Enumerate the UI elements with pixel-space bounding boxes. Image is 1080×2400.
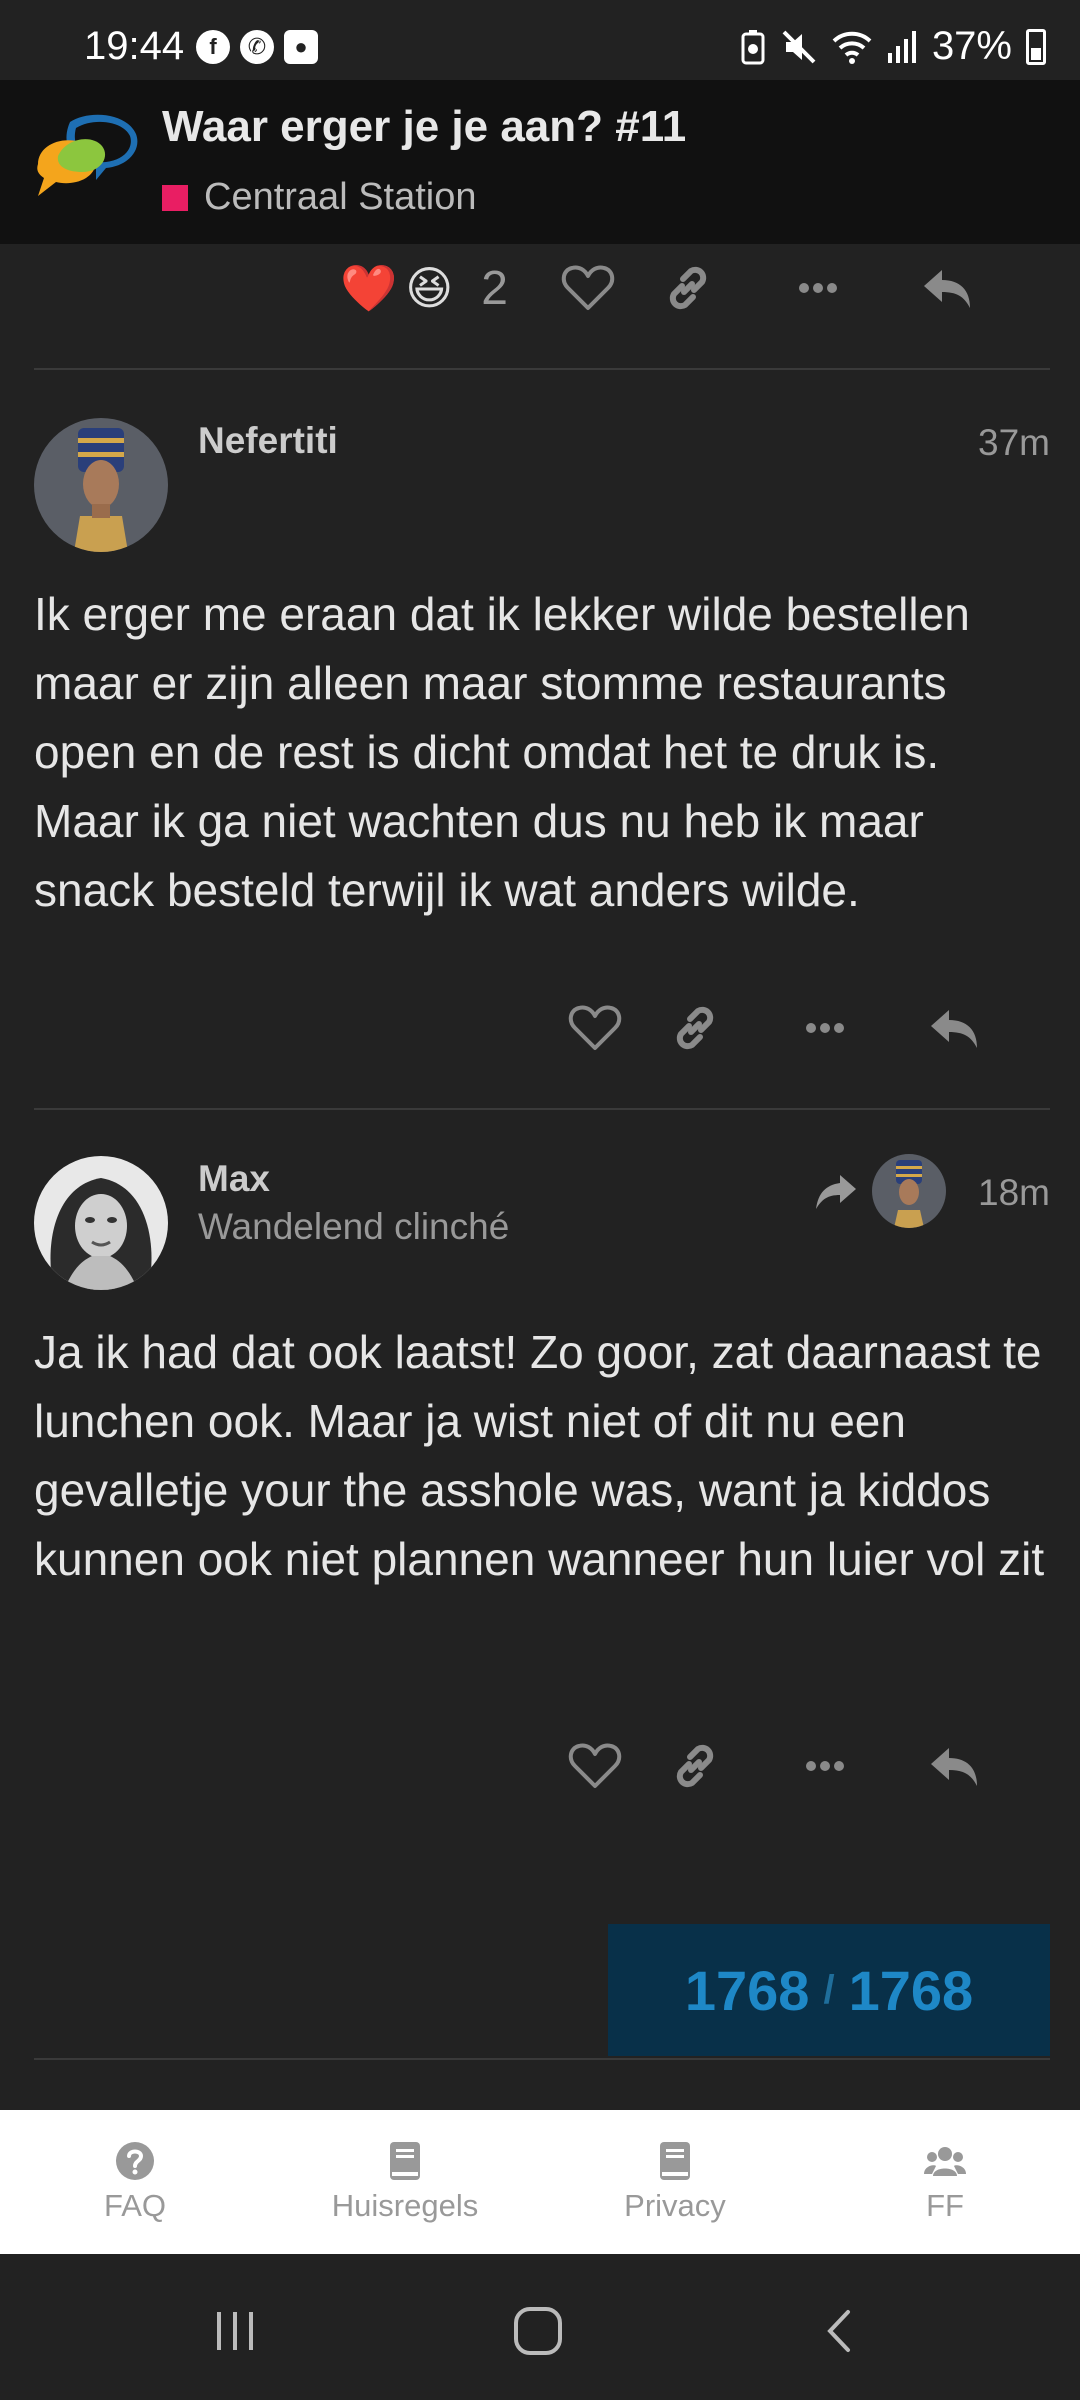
username[interactable]: Max <box>198 1158 270 1200</box>
back-icon <box>827 2310 850 2352</box>
reply-button[interactable] <box>905 988 1005 1068</box>
ellipsis-icon <box>806 1023 844 1033</box>
footer-item-faq[interactable]: FAQ <box>0 2110 270 2254</box>
topic-progress-button[interactable]: 1768 / 1768 <box>608 1924 1050 2056</box>
home-icon <box>514 2307 562 2355</box>
question-circle-icon <box>116 2142 154 2180</box>
page-divider <box>34 2058 1050 2060</box>
copy-link-button[interactable] <box>645 988 745 1068</box>
link-icon <box>676 1744 714 1788</box>
whatsapp-icon: ✆ <box>240 30 274 64</box>
category-name: Centraal Station <box>204 176 477 218</box>
like-button[interactable] <box>538 248 638 328</box>
ellipsis-icon <box>798 283 837 293</box>
mute-icon <box>782 30 816 63</box>
post-time[interactable]: 37m <box>978 422 1050 464</box>
like-button[interactable] <box>545 1726 645 1806</box>
system-icons: 37% <box>740 24 1046 69</box>
heart-icon <box>568 1743 622 1788</box>
more-button[interactable] <box>768 248 868 328</box>
reply-button[interactable] <box>905 1726 1005 1806</box>
footer-label: Huisregels <box>331 2188 479 2223</box>
progress-total: 1768 <box>848 1958 974 2022</box>
previous-post-actions: ❤️ 😆 2 <box>340 248 998 328</box>
ellipsis-icon <box>806 1761 844 1771</box>
link-icon <box>676 1006 714 1050</box>
recent-apps-icon <box>217 2312 253 2350</box>
battery-saver-icon <box>741 29 765 64</box>
topic-header: Waar erger je je aan? #11 Centraal Stati… <box>0 80 1080 244</box>
progress-separator: / <box>823 1967 835 2012</box>
heart-reaction: ❤️ <box>340 261 398 314</box>
reply-to-avatar <box>872 1154 946 1228</box>
screen-recorder-icon: ● <box>284 30 318 64</box>
username[interactable]: Nefertiti <box>198 420 338 462</box>
reactions-summary[interactable]: ❤️ 😆 2 <box>340 261 508 316</box>
recent-apps-button[interactable] <box>196 2296 276 2366</box>
more-button[interactable] <box>775 1726 875 1806</box>
copy-link-button[interactable] <box>645 1726 745 1806</box>
user-title: Wandelend clinché <box>198 1206 510 1247</box>
footer-nav: FAQ Huisregels Privacy FF <box>0 2110 1080 2254</box>
post-divider <box>34 368 1050 370</box>
reply-icon <box>931 1748 977 1786</box>
progress-current: 1768 <box>684 1958 810 2022</box>
footer-label: Privacy <box>624 2188 726 2223</box>
battery-percentage: 37% <box>931 24 1012 68</box>
footer-label: FF <box>926 2188 964 2223</box>
reply-button[interactable] <box>898 248 998 328</box>
wifi-icon <box>832 31 872 64</box>
topic-title[interactable]: Waar erger je je aan? #11 <box>162 102 686 152</box>
status-time: 19:44 <box>84 24 185 68</box>
footer-item-privacy[interactable]: Privacy <box>540 2110 810 2254</box>
system-navigation-bar <box>0 2256 1080 2400</box>
avatar-max-image <box>34 1156 168 1290</box>
reply-icon <box>931 1010 977 1048</box>
book-icon <box>660 2142 690 2180</box>
copy-link-button[interactable] <box>638 248 738 328</box>
post-body: Ik erger me eraan dat ik lekker wilde be… <box>34 588 970 916</box>
post-actions <box>545 988 1005 1068</box>
post-divider <box>34 1108 1050 1110</box>
reply-to-indicator[interactable] <box>814 1154 946 1228</box>
share-arrow-icon <box>816 1175 856 1209</box>
more-button[interactable] <box>775 988 875 1068</box>
footer-item-huisregels[interactable]: Huisregels <box>270 2110 540 2254</box>
laughing-reaction: 😆 <box>405 262 454 314</box>
footer-item-ff[interactable]: FF <box>810 2110 1080 2254</box>
post-body: Ja ik had dat ook laatst! Zo goor, zat d… <box>34 1326 1045 1585</box>
heart-icon <box>568 1005 622 1050</box>
category-badge[interactable]: Centraal Station <box>162 176 477 219</box>
category-color-square <box>162 184 188 211</box>
heart-icon <box>561 265 615 310</box>
status-bar: 19:44 f ✆ ● 37% <box>0 0 1080 80</box>
reaction-count: 2 <box>481 261 508 315</box>
notification-icons: f ✆ ● <box>196 30 318 64</box>
site-logo[interactable] <box>30 110 142 210</box>
avatar[interactable] <box>34 1156 168 1290</box>
footer-label: FAQ <box>103 2188 166 2223</box>
back-button[interactable] <box>800 2296 880 2366</box>
facebook-icon: f <box>196 30 230 64</box>
signal-icon <box>887 30 916 63</box>
avatar[interactable] <box>34 418 168 552</box>
avatar-nefertiti-image <box>34 418 168 552</box>
post-actions <box>545 1726 1005 1806</box>
like-button[interactable] <box>545 988 645 1068</box>
users-icon <box>924 2147 966 2176</box>
link-icon <box>669 266 707 310</box>
home-button[interactable] <box>498 2296 578 2366</box>
book-icon <box>390 2142 420 2180</box>
post-time[interactable]: 18m <box>978 1172 1050 1214</box>
battery-icon <box>1026 28 1046 65</box>
reply-icon <box>923 270 970 308</box>
